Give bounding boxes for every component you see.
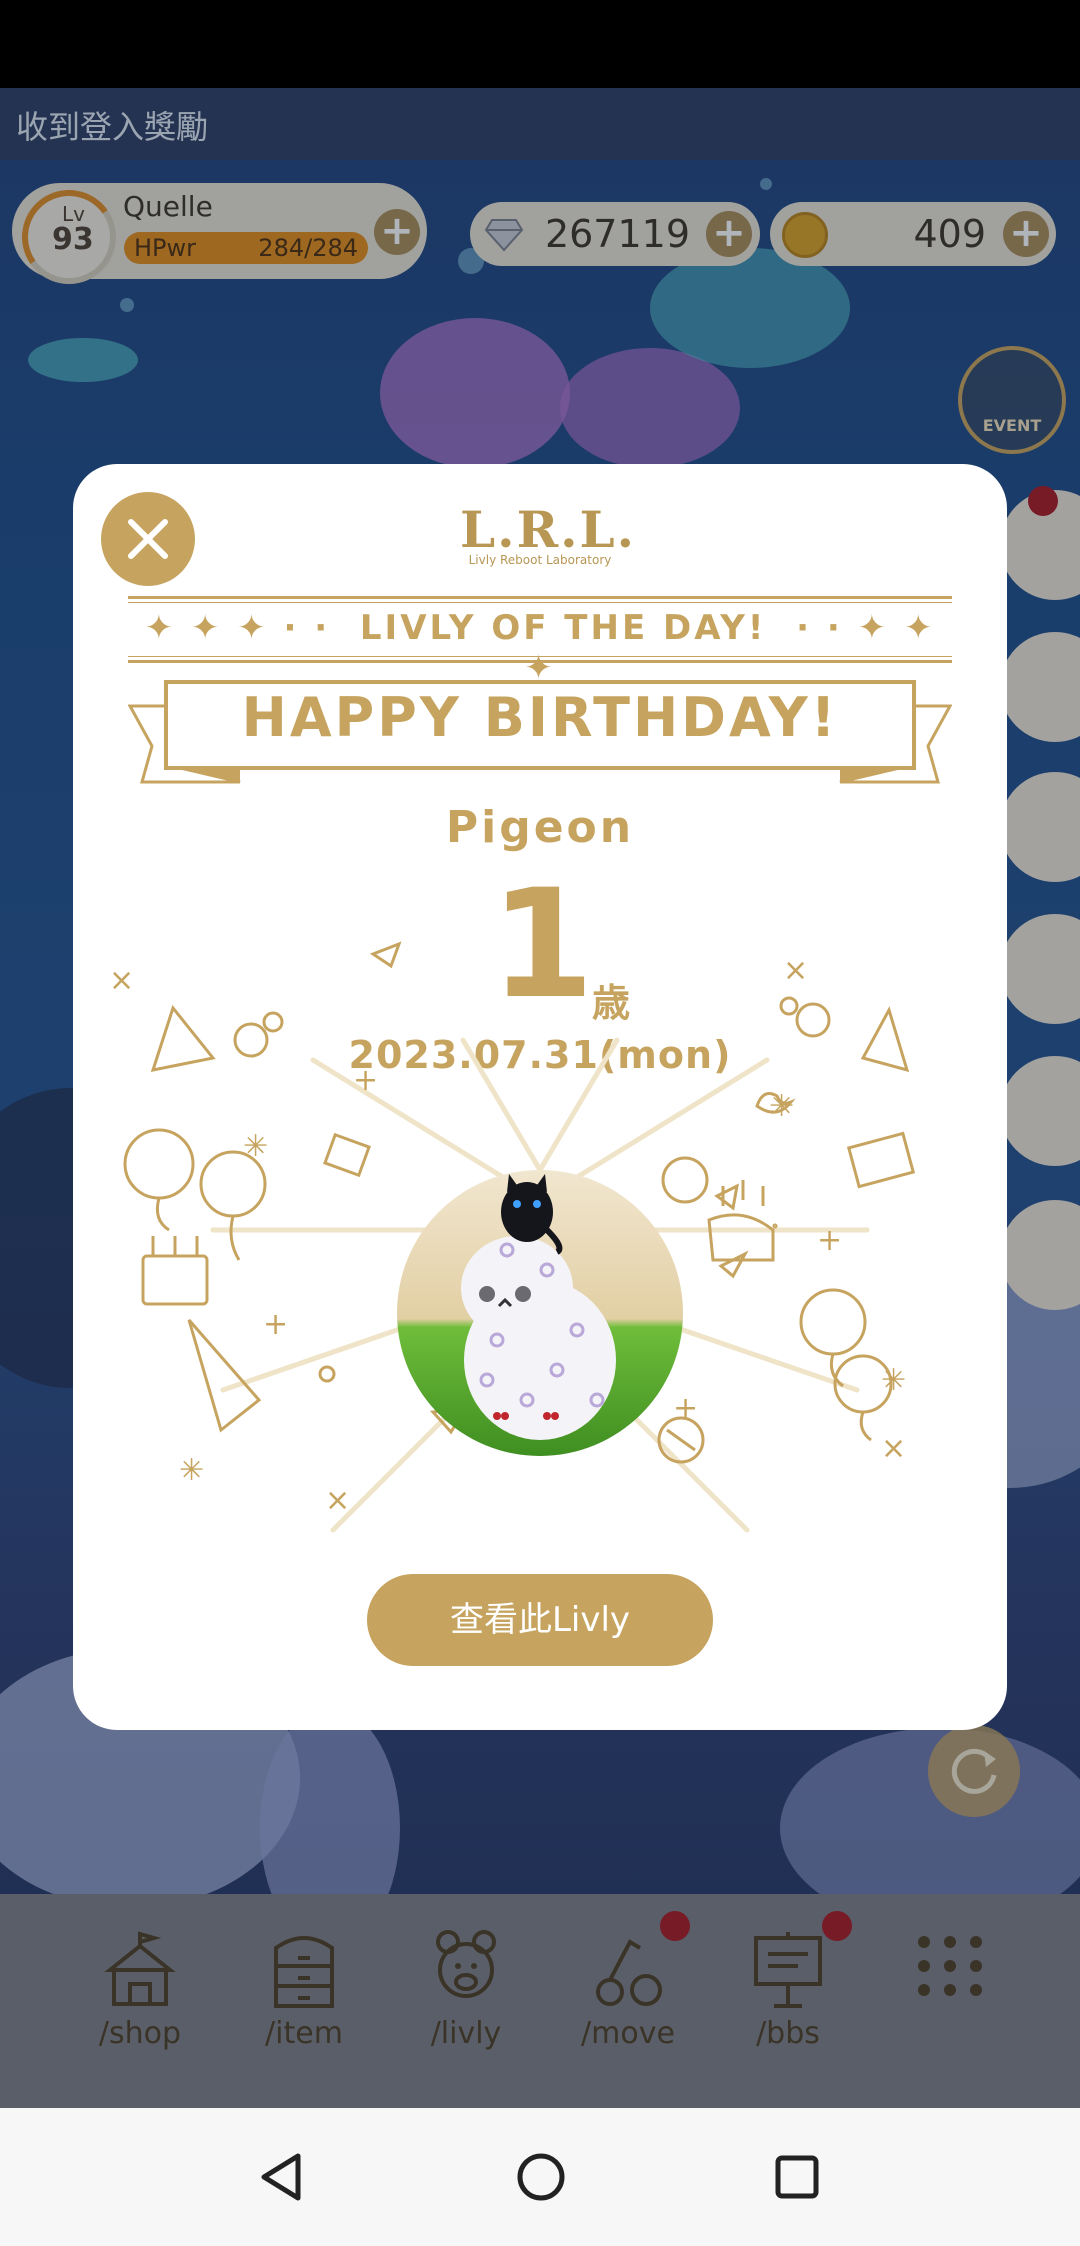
svg-text:✳: ✳	[769, 1089, 794, 1124]
close-icon	[128, 519, 168, 559]
svg-text:×: ×	[881, 1431, 906, 1466]
livly-name: Pigeon	[445, 802, 635, 853]
svg-text:×: ×	[109, 963, 134, 998]
home-icon[interactable]	[516, 2152, 566, 2202]
sparkle-left-icon: ✦ ✦ ✦ · ·	[144, 608, 360, 648]
svg-text:✳: ✳	[243, 1129, 268, 1164]
back-icon[interactable]	[258, 2152, 306, 2202]
view-livly-button[interactable]: 查看此Livly	[367, 1574, 713, 1666]
livly-of-the-day-text: LIVLY OF THE DAY!	[359, 608, 767, 648]
view-livly-label: 查看此Livly	[449, 1600, 631, 1640]
logo-text: L.R.L.	[460, 500, 637, 559]
logo-subtext: Livly Reboot Laboratory	[468, 553, 612, 567]
divider	[128, 596, 952, 599]
svg-text:×: ×	[325, 1483, 350, 1518]
system-nav-bar	[0, 2108, 1080, 2246]
divider	[128, 660, 952, 663]
livly-portrait	[397, 1170, 683, 1456]
livly-avatar-image	[461, 1174, 616, 1440]
divider	[128, 602, 952, 603]
recents-icon[interactable]	[774, 2154, 820, 2200]
svg-text:+: +	[817, 1223, 842, 1258]
close-button[interactable]	[101, 492, 195, 586]
svg-text:✳: ✳	[881, 1363, 906, 1398]
lrl-logo: L.R.L. Livly Reboot Laboratory	[460, 500, 637, 567]
svg-text:+: +	[673, 1391, 698, 1426]
svg-text:✳: ✳	[179, 1453, 204, 1488]
svg-text:+: +	[263, 1307, 288, 1342]
svg-text:×: ×	[783, 953, 808, 988]
status-bar	[0, 0, 1080, 88]
happy-birthday-title: HAPPY BIRTHDAY!	[241, 686, 839, 749]
divider	[128, 656, 952, 657]
svg-text:+: +	[353, 1063, 378, 1098]
